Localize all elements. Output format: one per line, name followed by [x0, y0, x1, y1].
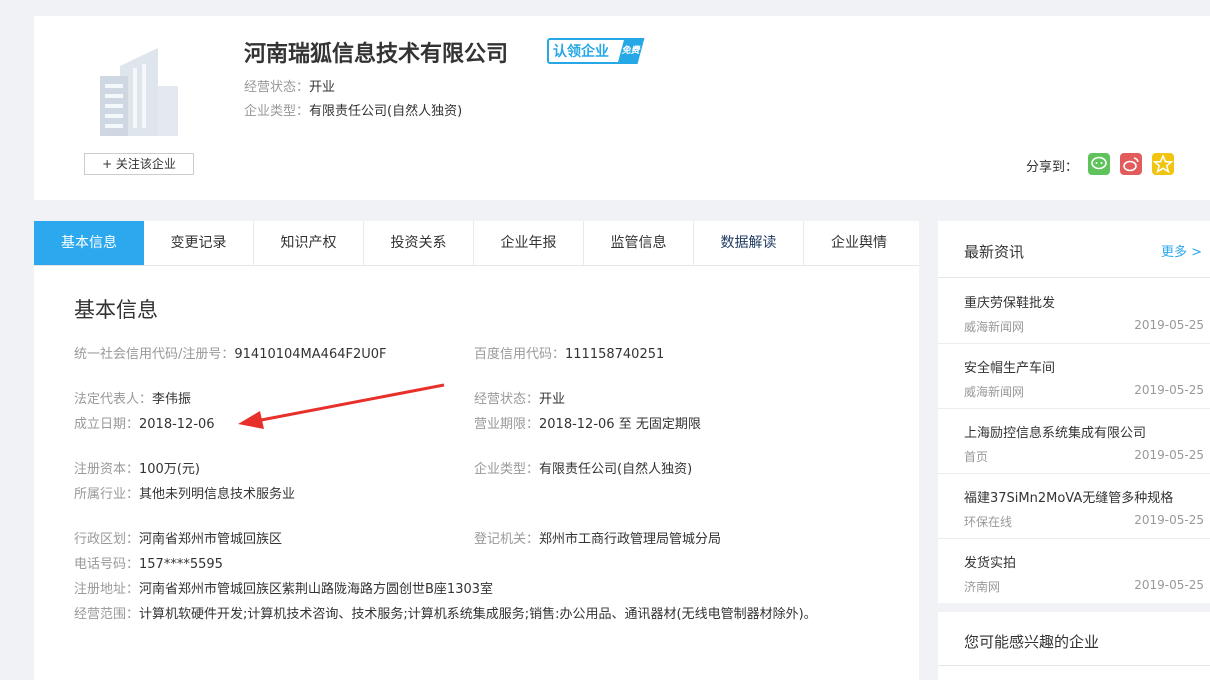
news-panel: 最新资讯 更多 > 重庆劳保鞋批发 威海新闻网 2019-05-25 安全帽生产… [938, 221, 1210, 603]
news-item-title[interactable]: 福建37SiMn2MoVA无缝管多种规格 [964, 487, 1173, 506]
district-value: 河南省郑州市管城回族区 [139, 532, 283, 547]
phone-row: 电话号码：157****5595 [74, 553, 223, 572]
founded-row: 成立日期：2018-12-06 [74, 413, 215, 432]
district-label: 行政区划： [74, 532, 140, 547]
news-item-title[interactable]: 重庆劳保鞋批发 [964, 292, 1055, 311]
address-value: 河南省郑州市管城回族区紫荆山路陇海路方圆创世B座1303室 [139, 582, 494, 597]
news-item[interactable]: 上海励控信息系统集成有限公司 首页 2019-05-25 [938, 408, 1210, 474]
news-header: 最新资讯 更多 > [938, 221, 1210, 278]
header-status-label: 经营状态： [244, 80, 310, 95]
type-label: 企业类型： [474, 462, 540, 477]
wechat-icon[interactable] [1088, 153, 1110, 175]
tab-investment[interactable]: 投资关系 [364, 221, 474, 265]
news-item-date: 2019-05-25 [1134, 513, 1204, 527]
baidu-code-row: 百度信用代码：111158740251 [474, 343, 664, 362]
weibo-icon[interactable] [1120, 153, 1142, 175]
share-label: 分享到： [1026, 160, 1079, 175]
header-type-label: 企业类型： [244, 104, 310, 119]
news-item-date: 2019-05-25 [1134, 383, 1204, 397]
interest-panel: 您可能感兴趣的企业 [938, 612, 1210, 680]
free-tag: 免费 [617, 38, 645, 64]
news-more-link[interactable]: 更多 > [1161, 241, 1202, 260]
header-type-value: 有限责任公司(自然人独资) [309, 104, 463, 119]
news-item-date: 2019-05-25 [1134, 448, 1204, 462]
company-name: 河南瑞狐信息技术有限公司 [244, 42, 509, 67]
news-item-date: 2019-05-25 [1134, 318, 1204, 332]
news-item-title[interactable]: 发货实拍 [964, 552, 1016, 571]
scope-label: 经营范围： [74, 607, 140, 622]
main-panel: 基本信息 变更记录 知识产权 投资关系 企业年报 监管信息 数据解读 企业舆情 … [34, 221, 919, 680]
header-status: 经营状态：开业 [244, 76, 335, 95]
scope-row: 经营范围：计算机软硬件开发;计算机技术咨询、技术服务;计算机系统集成服务;销售:… [74, 603, 817, 622]
tab-intellectual-property[interactable]: 知识产权 [254, 221, 364, 265]
follow-company-button[interactable]: + 关注该企业 [84, 153, 194, 175]
phone-value: 157****5595 [139, 557, 223, 572]
legal-rep-label: 法定代表人： [74, 392, 153, 407]
status-value: 开业 [539, 392, 566, 407]
tab-regulatory[interactable]: 监管信息 [584, 221, 694, 265]
legal-rep-row: 法定代表人：李伟振 [74, 388, 191, 407]
capital-value: 100万(元) [139, 462, 200, 477]
claim-enterprise-badge[interactable]: 认领企业 免费 [547, 38, 645, 64]
claim-badge-label: 认领企业 [553, 44, 609, 60]
company-header: + 关注该企业 河南瑞狐信息技术有限公司 认领企业 免费 经营状态：开业 企业类… [34, 16, 1210, 200]
tab-bar: 基本信息 变更记录 知识产权 投资关系 企业年报 监管信息 数据解读 企业舆情 [34, 221, 919, 266]
district-row: 行政区划：河南省郑州市管城回族区 [74, 528, 282, 547]
qzone-star-icon[interactable] [1152, 153, 1174, 175]
news-item-source: 威海新闻网 [964, 385, 1025, 399]
tab-change-records[interactable]: 变更记录 [144, 221, 254, 265]
news-item-source: 威海新闻网 [964, 320, 1025, 334]
baidu-code-label: 百度信用代码： [474, 347, 566, 362]
tab-basic-info[interactable]: 基本信息 [34, 221, 144, 265]
tab-annual-report[interactable]: 企业年报 [474, 221, 584, 265]
news-item-title[interactable]: 上海励控信息系统集成有限公司 [964, 422, 1146, 441]
status-label: 经营状态： [474, 392, 540, 407]
header-type: 企业类型：有限责任公司(自然人独资) [244, 100, 462, 119]
news-title: 最新资讯 [964, 243, 1025, 261]
tab-public-opinion[interactable]: 企业舆情 [804, 221, 914, 265]
type-row: 企业类型：有限责任公司(自然人独资) [474, 458, 692, 477]
news-item[interactable]: 发货实拍 济南网 2019-05-25 [938, 538, 1210, 603]
news-item-title[interactable]: 安全帽生产车间 [964, 357, 1055, 376]
section-title: 基本信息 [74, 298, 158, 322]
founded-value: 2018-12-06 [139, 417, 215, 432]
industry-label: 所属行业： [74, 487, 140, 502]
interest-title: 您可能感兴趣的企业 [964, 633, 1100, 651]
news-item-source: 首页 [964, 450, 989, 464]
news-item[interactable]: 安全帽生产车间 威海新闻网 2019-05-25 [938, 343, 1210, 409]
credit-code-value: 91410104MA464F2U0F [234, 347, 387, 362]
baidu-code-value: 111158740251 [565, 347, 665, 362]
industry-row: 所属行业：其他未列明信息技术服务业 [74, 483, 295, 502]
divider [938, 665, 1210, 666]
legal-rep-value: 李伟振 [152, 392, 192, 407]
address-row: 注册地址：河南省郑州市管城回族区紫荆山路陇海路方圆创世B座1303室 [74, 578, 493, 597]
founded-label: 成立日期： [74, 417, 140, 432]
capital-row: 注册资本：100万(元) [74, 458, 200, 477]
term-value: 2018-12-06 至 无固定期限 [539, 417, 701, 432]
credit-code-row: 统一社会信用代码/注册号：91410104MA464F2U0F [74, 343, 387, 362]
status-row: 经营状态：开业 [474, 388, 565, 407]
tab-data-interpretation[interactable]: 数据解读 [694, 221, 804, 265]
term-row: 营业期限：2018-12-06 至 无固定期限 [474, 413, 701, 432]
news-item-source: 环保在线 [964, 515, 1013, 529]
phone-label: 电话号码： [74, 557, 140, 572]
address-label: 注册地址： [74, 582, 140, 597]
scope-value: 计算机软硬件开发;计算机技术咨询、技术服务;计算机系统集成服务;销售:办公用品、… [139, 607, 817, 622]
news-item-source: 济南网 [964, 580, 1001, 594]
news-item[interactable]: 福建37SiMn2MoVA无缝管多种规格 环保在线 2019-05-25 [938, 473, 1210, 539]
authority-row: 登记机关：郑州市工商行政管理局管城分局 [474, 528, 721, 547]
authority-label: 登记机关： [474, 532, 540, 547]
credit-code-label: 统一社会信用代码/注册号： [74, 347, 235, 362]
type-value: 有限责任公司(自然人独资) [539, 462, 693, 477]
news-item-date: 2019-05-25 [1134, 578, 1204, 592]
term-label: 营业期限： [474, 417, 540, 432]
industry-value: 其他未列明信息技术服务业 [139, 487, 296, 502]
news-item[interactable]: 重庆劳保鞋批发 威海新闻网 2019-05-25 [938, 278, 1210, 344]
capital-label: 注册资本： [74, 462, 140, 477]
building-icon [100, 48, 178, 136]
authority-value: 郑州市工商行政管理局管城分局 [539, 532, 722, 547]
header-status-value: 开业 [309, 80, 336, 95]
